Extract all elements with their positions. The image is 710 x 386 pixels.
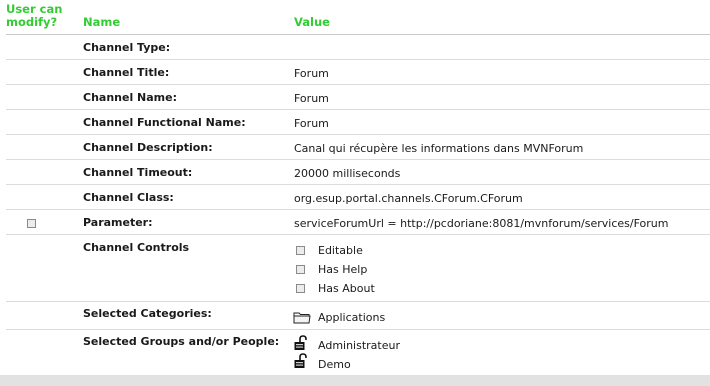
editable-checkbox[interactable]	[296, 246, 305, 255]
row-divider	[6, 59, 710, 60]
parameter-modify-checkbox[interactable]	[27, 219, 36, 228]
control-label: Editable	[318, 244, 363, 257]
row-value: serviceForumUrl = http://pcdoriane:8081/…	[294, 217, 669, 230]
row-label: Channel Controls	[83, 241, 190, 254]
row-label: Channel Timeout:	[83, 166, 193, 179]
row-label: Selected Categories:	[83, 307, 212, 320]
header-name: Name	[83, 15, 121, 29]
padlock-open-icon	[293, 335, 311, 350]
has-about-checkbox[interactable]	[296, 284, 305, 293]
group-administrateur[interactable]: Administrateur	[318, 339, 400, 352]
header-divider	[6, 34, 710, 35]
padlock-open-icon	[293, 353, 311, 368]
group-demo[interactable]: Demo	[318, 358, 351, 371]
row-value: Forum	[294, 67, 329, 80]
row-divider	[6, 184, 710, 185]
row-divider	[6, 134, 710, 135]
row-value: Forum	[294, 92, 329, 105]
category-applications[interactable]: Applications	[318, 311, 385, 324]
row-divider	[6, 329, 710, 330]
table-header: User can modify? Name Value	[0, 0, 710, 36]
row-divider	[6, 234, 710, 235]
row-divider	[6, 84, 710, 85]
has-help-checkbox[interactable]	[296, 265, 305, 274]
row-value: Canal qui récupère les informations dans…	[294, 142, 584, 155]
row-label: Channel Name:	[83, 91, 177, 104]
row-divider	[6, 109, 710, 110]
row-divider	[6, 301, 710, 302]
row-label: Parameter:	[83, 216, 153, 229]
header-user-can-modify: User can modify?	[6, 2, 63, 29]
control-label: Has About	[318, 282, 375, 295]
row-value: 20000 milliseconds	[294, 167, 401, 180]
row-label: Channel Description:	[83, 141, 213, 154]
row-label: Channel Type:	[83, 41, 171, 54]
row-divider	[6, 159, 710, 160]
folder-icon	[293, 310, 311, 324]
row-value: Forum	[294, 117, 329, 130]
row-value: org.esup.portal.channels.CForum.CForum	[294, 192, 523, 205]
header-value: Value	[294, 15, 330, 29]
row-label: Channel Class:	[83, 191, 174, 204]
control-label: Has Help	[318, 263, 368, 276]
row-label: Selected Groups and/or People:	[83, 335, 280, 348]
footer-bar	[0, 375, 710, 386]
row-label: Channel Title:	[83, 66, 170, 79]
row-label: Channel Functional Name:	[83, 116, 246, 129]
row-divider	[6, 209, 710, 210]
